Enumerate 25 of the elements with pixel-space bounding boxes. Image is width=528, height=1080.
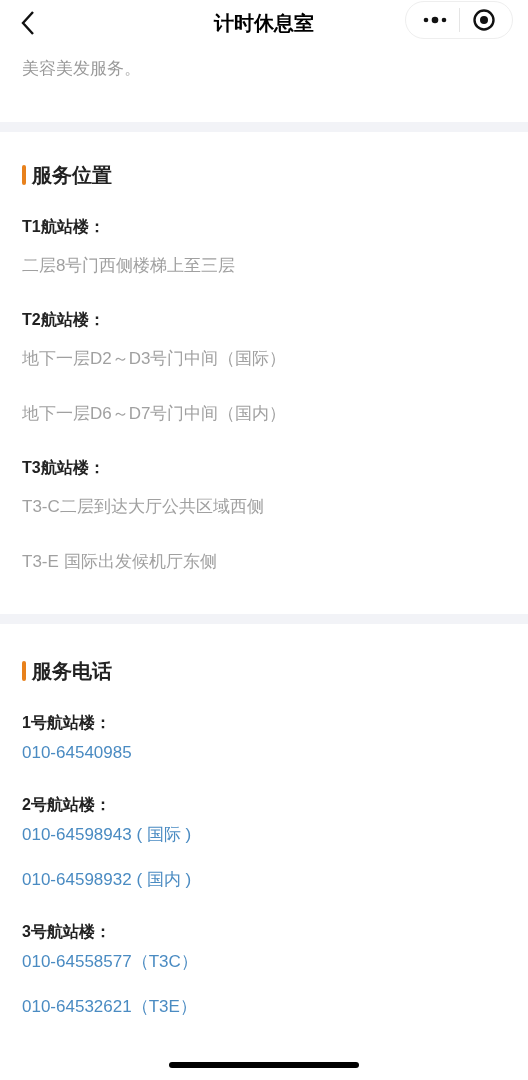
section-title: 服务电话 [32,659,112,684]
terminal-label: T1航站楼： [22,217,106,237]
phone-link[interactable]: 010-64540985 [22,741,132,765]
location-text: T3-C二层到达大厅公共区域西侧 [22,496,264,518]
accent-bar [22,165,26,185]
location-text: T3-E 国际出发候机厅东侧 [22,551,217,573]
close-target-icon[interactable] [472,8,496,32]
phone-link[interactable]: 010-64558577（T3C） [22,950,198,974]
more-icon[interactable] [423,16,447,24]
intro-text: 美容美发服务。 [22,58,142,80]
terminal-label: T2航站楼： [22,310,106,330]
terminal-label: 2号航站楼： [22,795,112,815]
section-title: 服务位置 [32,163,112,188]
phone-link[interactable]: 010-64598932 ( 国内 ) [22,868,192,892]
page-title: 计时休息室 [214,10,314,36]
phone-link[interactable]: 010-64598943 ( 国际 ) [22,823,192,847]
phone-link[interactable]: 010-64532621（T3E） [22,995,197,1019]
location-text: 二层8号门西侧楼梯上至三层 [22,255,236,277]
back-icon[interactable] [20,10,36,36]
location-text: 地下一层D6～D7号门中间（国内） [22,403,287,425]
terminal-label: T3航站楼： [22,458,106,478]
terminal-label: 3号航站楼： [22,922,112,942]
location-text: 地下一层D2～D3号门中间（国际） [22,348,287,370]
terminal-label: 1号航站楼： [22,713,112,733]
accent-bar [22,661,26,681]
